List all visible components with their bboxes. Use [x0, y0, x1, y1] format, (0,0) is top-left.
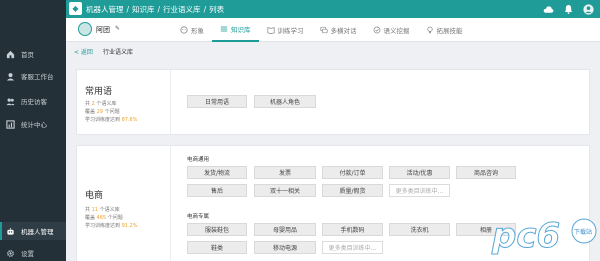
card-title: 电商 — [85, 191, 104, 201]
agent-icon — [6, 72, 15, 81]
group-label: 电商通用 — [187, 157, 210, 163]
robot-name: 阿团 — [96, 26, 110, 34]
watermark-sub: 下载站 — [574, 228, 592, 236]
tab-semantic-mining[interactable]: 语义挖掘 — [365, 18, 418, 42]
robot-header: 阿团 ✎ 形象 知识库 训练学习 多横对话 语义挖掘 拓展技能 — [66, 18, 600, 42]
breadcrumb-item[interactable]: 知识库 — [132, 5, 155, 14]
breadcrumb: 机器人管理 / 知识库 / 行业语义库 / 列表 — [86, 5, 225, 14]
sidebar-item-label: 首页 — [21, 51, 34, 59]
semantic-chip[interactable]: 活动/优惠 — [389, 166, 450, 179]
avatar[interactable] — [582, 3, 594, 15]
bell-icon[interactable] — [562, 3, 574, 15]
top-icons — [542, 3, 594, 15]
stat-questions: 覆盖 29 个问题 — [85, 109, 120, 115]
semantic-chip[interactable]: 发货/物流 — [187, 166, 247, 179]
tab-avatar[interactable]: 形象 — [172, 18, 212, 42]
home-icon — [6, 50, 15, 59]
semantic-chip[interactable]: 双十一相关 — [254, 184, 316, 197]
mining-icon — [373, 26, 381, 34]
book-icon — [220, 25, 228, 33]
cloud-icon[interactable] — [542, 3, 554, 15]
semantic-chip[interactable]: 洗衣机 — [389, 223, 450, 236]
semantic-chip[interactable]: 发票 — [254, 166, 316, 179]
back-link[interactable]: < 返回 — [74, 47, 93, 56]
tab-skills[interactable]: 拓展技能 — [418, 18, 471, 42]
tab-knowledge[interactable]: 知识库 — [212, 18, 259, 42]
face-icon — [180, 26, 188, 34]
more-categories-placeholder: 更多类目训练中... — [322, 241, 383, 254]
gear-icon — [6, 249, 15, 258]
tab-multi-dialog[interactable]: 多横对话 — [312, 18, 365, 42]
robot-tabs: 形象 知识库 训练学习 多横对话 语义挖掘 拓展技能 — [172, 18, 471, 42]
semantic-chip[interactable]: 机器人角色 — [254, 95, 316, 108]
dialog-icon — [319, 26, 328, 34]
stat-training: 学习训练度达到 91.2% — [85, 223, 138, 229]
breadcrumb-item[interactable]: 机器人管理 — [86, 5, 124, 14]
sidebar-item-label: 历史访客 — [21, 98, 47, 106]
robot-avatar[interactable] — [78, 22, 92, 36]
stat-libraries: 共 11 个语义库 — [85, 207, 120, 213]
sidebar-item-label: 设置 — [21, 250, 34, 258]
tab-training[interactable]: 训练学习 — [259, 18, 312, 42]
sidebar: 首页 客服工作台 历史访客 统计中心 机器人管理 设置 — [0, 0, 66, 261]
more-categories-placeholder: 更多类目训练中... — [389, 184, 450, 197]
sidebar-item-label: 统计中心 — [21, 121, 47, 129]
card-title: 常用语 — [85, 87, 113, 97]
semantic-category-card: 常用语 共 2 个语义库 覆盖 29 个问题 学习训练度达到 87.6% 日常用… — [76, 69, 590, 135]
site-watermark: pc6 下载站 — [490, 213, 598, 257]
semantic-chip[interactable]: 质量/假货 — [322, 184, 383, 197]
app-logo: ◆ — [69, 2, 82, 15]
robot-icon — [6, 227, 15, 236]
semantic-chip[interactable]: 手机数码 — [322, 223, 383, 236]
stat-questions: 覆盖 465 个问题 — [85, 215, 123, 221]
page-title: 行业语义库 — [103, 49, 134, 56]
study-icon — [266, 26, 275, 34]
sidebar-item-history[interactable]: 历史访客 — [0, 92, 66, 110]
sidebar-item-stats[interactable]: 统计中心 — [0, 115, 66, 133]
skill-icon — [426, 26, 434, 34]
breadcrumb-item[interactable]: 行业语义库 — [163, 5, 201, 14]
watermark-text: pc6 — [491, 216, 560, 256]
semantic-chip[interactable]: 移动电源 — [254, 241, 316, 254]
semantic-chip[interactable]: 商品咨询 — [456, 166, 516, 179]
semantic-chip[interactable]: 鞋类 — [187, 241, 247, 254]
semantic-chip[interactable]: 服装鞋包 — [187, 223, 247, 236]
semantic-chip[interactable]: 母婴用品 — [254, 223, 316, 236]
sidebar-item-agent-desk[interactable]: 客服工作台 — [0, 67, 66, 85]
card-summary: 电商 共 11 个语义库 覆盖 465 个问题 学习训练度达到 91.2% — [77, 146, 171, 261]
sidebar-item-label: 客服工作台 — [21, 73, 54, 81]
semantic-chip[interactable]: 日常用语 — [187, 95, 247, 108]
back-row: < 返回 行业语义库 — [66, 42, 600, 60]
card-summary: 常用语 共 2 个语义库 覆盖 29 个问题 学习训练度达到 87.6% — [77, 70, 171, 134]
users-icon — [6, 97, 15, 106]
sidebar-item-label: 机器人管理 — [21, 228, 54, 236]
stat-training: 学习训练度达到 87.6% — [85, 117, 138, 123]
group-label: 电商专属 — [187, 214, 210, 220]
semantic-chip[interactable]: 售后 — [187, 184, 247, 197]
sidebar-item-settings[interactable]: 设置 — [0, 244, 66, 261]
stat-libraries: 共 2 个语义库 — [85, 101, 117, 107]
breadcrumb-item: 列表 — [209, 5, 225, 14]
chart-icon — [6, 119, 15, 129]
sidebar-item-robot-mgmt[interactable]: 机器人管理 — [0, 222, 66, 240]
semantic-chip[interactable]: 付款/订单 — [322, 166, 383, 179]
pencil-icon[interactable]: ✎ — [115, 25, 120, 32]
sidebar-item-home[interactable]: 首页 — [0, 45, 66, 63]
